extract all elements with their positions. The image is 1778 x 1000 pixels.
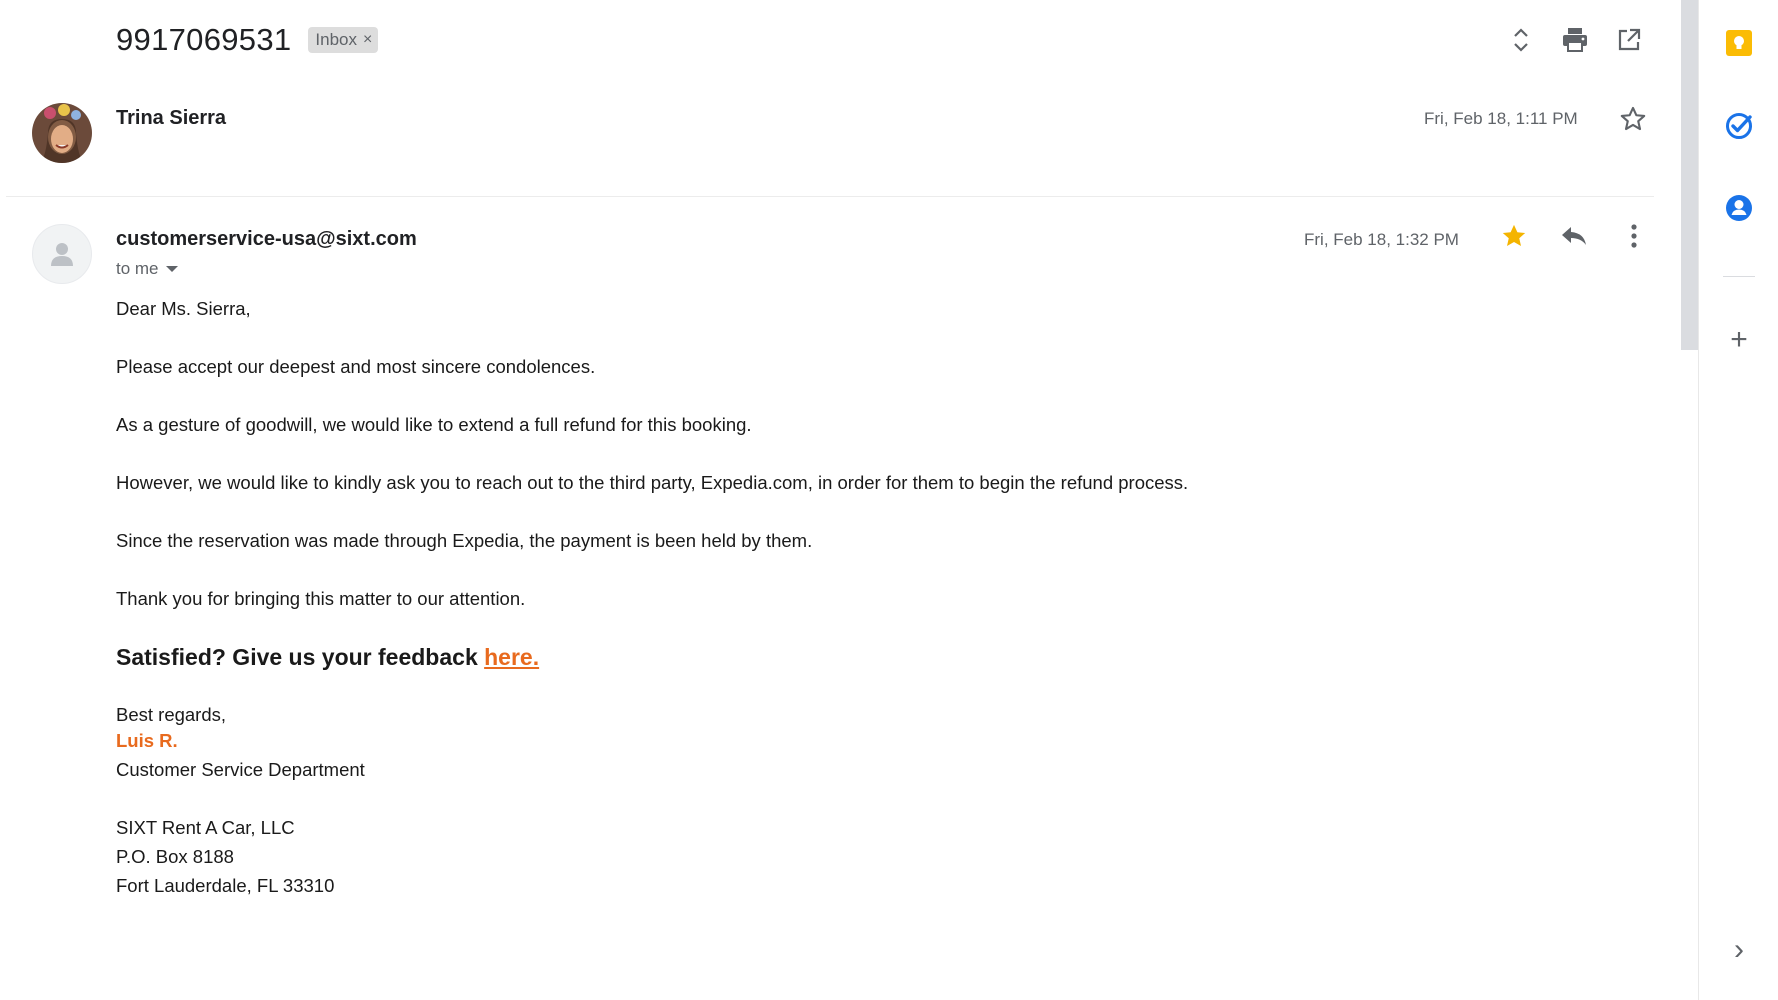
scrollbar-thumb[interactable] xyxy=(1681,0,1698,350)
open-new-window-icon[interactable] xyxy=(1613,24,1645,56)
email-view: 9917069531 Inbox × Trina Sierra Fri, Feb… xyxy=(0,0,1672,1000)
default-avatar-icon xyxy=(32,224,92,284)
tasks-icon[interactable] xyxy=(1721,108,1757,144)
more-options-icon[interactable] xyxy=(1618,220,1650,252)
signature-gap xyxy=(116,784,1516,813)
print-icon[interactable] xyxy=(1559,24,1591,56)
body-paragraph: However, we would like to kindly ask you… xyxy=(116,472,1189,493)
reply-icon[interactable] xyxy=(1558,220,1590,252)
recipient-details[interactable]: to me xyxy=(116,259,179,279)
avatar xyxy=(32,103,92,163)
star-icon[interactable] xyxy=(1498,220,1530,252)
side-panel-separator xyxy=(1723,276,1755,277)
message-body: Dear Ms. Sierra, Please accept our deepe… xyxy=(116,298,1516,900)
label-text: Inbox xyxy=(315,30,358,49)
remove-label-button[interactable]: × xyxy=(363,31,372,49)
feedback-heading: Satisfied? Give us your feedback here. xyxy=(116,644,1516,670)
company-po-box: P.O. Box 8188 xyxy=(116,846,234,867)
feedback-link[interactable]: here. xyxy=(484,644,539,670)
expand-collapse-icon[interactable] xyxy=(1505,24,1537,56)
side-panel: + › xyxy=(1698,0,1778,1000)
message-date: Fri, Feb 18, 1:32 PM xyxy=(1304,230,1459,249)
contacts-icon[interactable] xyxy=(1721,190,1757,226)
chevron-right-icon[interactable]: › xyxy=(1721,932,1757,968)
sender-email: customerservice-usa@sixt.com xyxy=(116,228,417,250)
company-city: Fort Lauderdale, FL 33310 xyxy=(116,875,335,896)
inbox-label-chip[interactable]: Inbox × xyxy=(308,27,379,53)
body-paragraph: Since the reservation was made through E… xyxy=(116,530,813,551)
keep-icon[interactable] xyxy=(1721,25,1757,61)
recipient-text: to me xyxy=(116,259,159,278)
chevron-down-icon xyxy=(165,266,178,272)
body-paragraph: Please accept our deepest and most since… xyxy=(116,356,596,377)
thread-actions xyxy=(1505,24,1645,56)
message-collapsed[interactable]: Trina Sierra Fri, Feb 18, 1:11 PM xyxy=(0,95,1672,195)
body-paragraph: Thank you for bringing this matter to ou… xyxy=(116,588,526,609)
star-icon[interactable] xyxy=(1617,103,1649,135)
closing: Best regards, xyxy=(116,704,227,725)
body-paragraph: As a gesture of goodwill, we would like … xyxy=(116,414,752,435)
subject-row: 9917069531 Inbox × xyxy=(116,22,379,58)
company-name: SIXT Rent A Car, LLC xyxy=(116,817,295,838)
greeting: Dear Ms. Sierra, xyxy=(116,298,251,319)
sender-name: Trina Sierra xyxy=(116,107,227,129)
message-date: Fri, Feb 18, 1:11 PM xyxy=(1424,109,1578,128)
email-subject: 9917069531 xyxy=(116,22,292,57)
signature-department: Customer Service Department xyxy=(116,759,365,780)
feedback-text: Satisfied? Give us your feedback xyxy=(116,644,485,670)
add-app-icon[interactable]: + xyxy=(1721,322,1757,358)
signature-name: Luis R. xyxy=(116,730,178,751)
message-actions xyxy=(1498,220,1650,252)
message-divider xyxy=(6,196,1654,197)
